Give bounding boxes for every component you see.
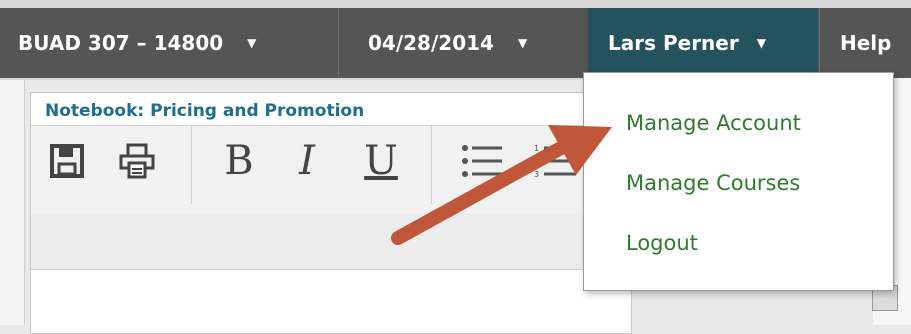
help-label: Help [840,31,892,55]
top-navigation-bar: BUAD 307 – 14800 ▼ 04/28/2014 ▼ Lars Per… [0,8,911,78]
toolbar-divider [191,126,192,204]
course-selector[interactable]: BUAD 307 – 14800 ▼ [18,8,336,78]
chevron-down-icon: ▼ [756,36,766,50]
help-menu[interactable]: Help [840,8,911,78]
print-icon[interactable] [115,136,159,186]
save-icon[interactable] [45,136,89,186]
date-label: 04/28/2014 [368,31,494,55]
pointer-arrow-annotation [391,125,612,245]
nav-divider [819,8,820,78]
chevron-down-icon: ▼ [517,36,528,50]
user-menu-toggle[interactable]: Lars Perner ▼ [588,8,818,78]
bold-button[interactable]: B [217,136,261,186]
logout-link[interactable]: Logout [626,231,698,255]
chevron-down-icon: ▼ [247,36,257,50]
italic-button[interactable]: I [285,136,329,186]
nav-divider [338,8,339,78]
user-dropdown-menu: Manage Account Manage Courses Logout [583,72,894,291]
manage-account-link[interactable]: Manage Account [626,111,801,135]
user-name: Lars Perner [608,31,739,55]
manage-courses-link[interactable]: Manage Courses [626,171,800,195]
date-selector[interactable]: 04/28/2014 ▼ [368,8,586,78]
notebook-title: Notebook: Pricing and Promotion [45,101,365,121]
left-panel-edge [0,80,25,325]
course-label: BUAD 307 – 14800 [18,31,224,55]
